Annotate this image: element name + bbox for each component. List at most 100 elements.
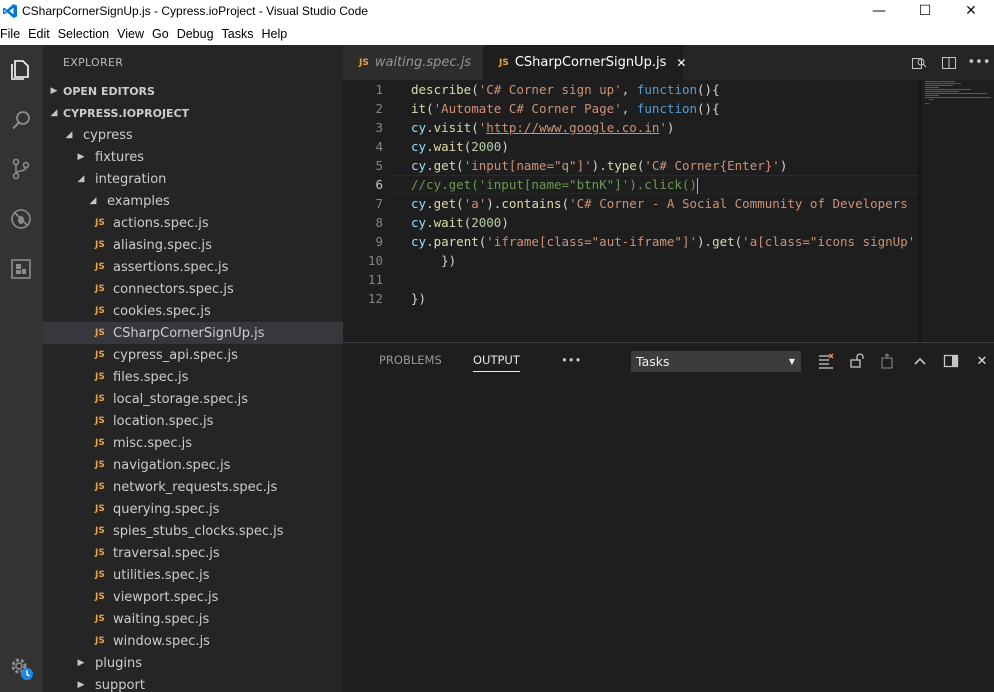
menu-edit[interactable]: Edit — [28, 27, 54, 41]
code-line[interactable]: describe('C# Corner sign up', function()… — [411, 80, 720, 99]
code-line[interactable]: cy.wait(2000) — [411, 137, 509, 156]
file-item[interactable]: JS misc.spec.js — [43, 432, 343, 454]
file-item[interactable]: JS assertions.spec.js — [43, 256, 343, 278]
folder-label: examples — [107, 193, 170, 209]
file-label: window.spec.js — [113, 633, 210, 649]
tab-output[interactable]: OUTPUT — [473, 353, 520, 372]
clear-output-icon[interactable] — [817, 352, 835, 370]
file-item[interactable]: JS files.spec.js — [43, 366, 343, 388]
code-line[interactable]: cy.parent('iframe[class="aut-iframe"]').… — [411, 232, 915, 251]
js-file-icon: JS — [95, 570, 105, 580]
menu-tasks[interactable]: Tasks — [222, 27, 258, 41]
tab-label: waiting.spec.js — [374, 55, 472, 70]
debug-icon[interactable] — [4, 202, 38, 236]
settings-gear-icon[interactable] — [4, 651, 38, 685]
code-line[interactable]: //cy.get('input[name="btnK"]').click() — [411, 175, 698, 194]
toggle-panel-position-icon[interactable] — [942, 352, 960, 370]
tab-problems[interactable]: PROBLEMS — [379, 353, 442, 367]
folder-item[interactable]: ◢ cypress — [43, 124, 343, 146]
folder-label: integration — [95, 171, 167, 187]
menu-view[interactable]: View — [117, 27, 148, 41]
code-line[interactable]: }) — [411, 289, 426, 308]
code-line[interactable]: cy.get('a').contains('C# Corner - A Soci… — [411, 194, 908, 213]
minimap[interactable] — [921, 80, 994, 342]
file-label: assertions.spec.js — [113, 259, 229, 275]
panel-tab-bar: PROBLEMS OUTPUT ••• Tasks ▼ ✕ — [343, 343, 994, 379]
split-editor-icon[interactable] — [934, 45, 964, 80]
close-panel-icon[interactable]: ✕ — [973, 352, 991, 370]
file-item[interactable]: JS spies_stubs_clocks.spec.js — [43, 520, 343, 542]
open-changes-icon[interactable] — [904, 45, 934, 80]
lock-scroll-icon[interactable] — [848, 352, 866, 370]
js-file-icon: JS — [95, 218, 105, 228]
js-file-icon: JS — [95, 482, 105, 492]
code-line[interactable]: cy.visit('http://www.google.co.in') — [411, 118, 674, 137]
menu-help[interactable]: Help — [262, 27, 292, 41]
line-number: 6 — [375, 177, 383, 192]
file-item[interactable]: JS location.spec.js — [43, 410, 343, 432]
folder-label: plugins — [95, 655, 142, 671]
chevron-right-icon: ▶ — [77, 658, 85, 668]
extensions-icon[interactable] — [4, 252, 38, 286]
maximize-button[interactable]: ☐ — [902, 0, 948, 22]
file-item[interactable]: JS utilities.spec.js — [43, 564, 343, 586]
close-tab-icon[interactable]: ✕ — [676, 56, 686, 70]
file-label: local_storage.spec.js — [113, 391, 248, 407]
file-item[interactable]: JS cookies.spec.js — [43, 300, 343, 322]
file-item[interactable]: JS viewport.spec.js — [43, 586, 343, 608]
panel-more-icon[interactable]: ••• — [561, 353, 581, 367]
line-number: 9 — [375, 234, 383, 249]
file-item[interactable]: JS traversal.spec.js — [43, 542, 343, 564]
file-item[interactable]: JS querying.spec.js — [43, 498, 343, 520]
more-actions-icon[interactable]: ••• — [964, 45, 994, 80]
code-editor[interactable]: 1 2 3 4 5 6 7 8 9 10 11 12 describe('C# Corner sign… — [343, 80, 994, 342]
chevron-down-icon: ◢ — [89, 196, 97, 206]
js-file-icon: JS — [95, 284, 105, 294]
code-line[interactable]: }) — [411, 251, 456, 270]
file-item[interactable]: JS actions.spec.js — [43, 212, 343, 234]
line-number: 5 — [375, 158, 383, 173]
js-file-icon: JS — [95, 460, 105, 470]
editor-tab-bar: JS waiting.spec.js JS CSharpCornerSignUp… — [343, 45, 994, 80]
folder-label: support — [95, 677, 145, 692]
close-window-button[interactable]: ✕ — [948, 0, 994, 22]
folder-item[interactable]: ▶ fixtures — [43, 146, 343, 168]
menu-go[interactable]: Go — [152, 27, 173, 41]
open-log-icon[interactable] — [878, 352, 896, 370]
search-icon[interactable] — [4, 103, 38, 137]
code-line[interactable]: it('Automate C# Corner Page', function()… — [411, 99, 720, 118]
js-file-icon: JS — [95, 548, 105, 558]
menu-file[interactable]: File — [0, 27, 24, 41]
file-label: CSharpCornerSignUp.js — [113, 325, 265, 341]
file-item[interactable]: JS network_requests.spec.js — [43, 476, 343, 498]
menu-debug[interactable]: Debug — [177, 27, 218, 41]
maximize-panel-icon[interactable] — [911, 352, 929, 370]
file-item[interactable]: JS local_storage.spec.js — [43, 388, 343, 410]
file-item[interactable]: JS connectors.spec.js — [43, 278, 343, 300]
folder-item[interactable]: ▶ support — [43, 674, 343, 692]
output-channel-select[interactable]: Tasks ▼ — [631, 351, 801, 372]
folder-item[interactable]: ◢ integration — [43, 168, 343, 190]
folder-item[interactable]: ◢ examples — [43, 190, 343, 212]
line-number: 8 — [375, 215, 383, 230]
folder-item[interactable]: ▶ plugins — [43, 652, 343, 674]
file-item[interactable]: JS CSharpCornerSignUp.js — [43, 322, 343, 344]
explorer-icon[interactable] — [4, 53, 38, 87]
code-line[interactable]: cy.get('input[name="q"]').type('C# Corne… — [411, 156, 787, 175]
js-file-icon: JS — [95, 262, 105, 272]
tab-csharpcornersignup[interactable]: JS CSharpCornerSignUp.js ✕ — [483, 45, 686, 80]
line-number: 11 — [367, 272, 383, 287]
open-editors-section[interactable]: ▶ OPEN EDITORS — [43, 80, 343, 102]
project-section[interactable]: ◢ CYPRESS.IOPROJECT — [43, 102, 343, 124]
tab-waiting-spec[interactable]: JS waiting.spec.js — [343, 45, 483, 80]
file-item[interactable]: JS aliasing.spec.js — [43, 234, 343, 256]
menu-selection[interactable]: Selection — [58, 27, 113, 41]
code-line[interactable]: cy.wait(2000) — [411, 213, 509, 232]
chevron-right-icon: ▶ — [77, 680, 85, 690]
minimize-button[interactable]: — — [856, 0, 902, 22]
file-item[interactable]: JS waiting.spec.js — [43, 608, 343, 630]
file-item[interactable]: JS navigation.spec.js — [43, 454, 343, 476]
file-item[interactable]: JS cypress_api.spec.js — [43, 344, 343, 366]
file-item[interactable]: JS window.spec.js — [43, 630, 343, 652]
source-control-icon[interactable] — [4, 152, 38, 186]
